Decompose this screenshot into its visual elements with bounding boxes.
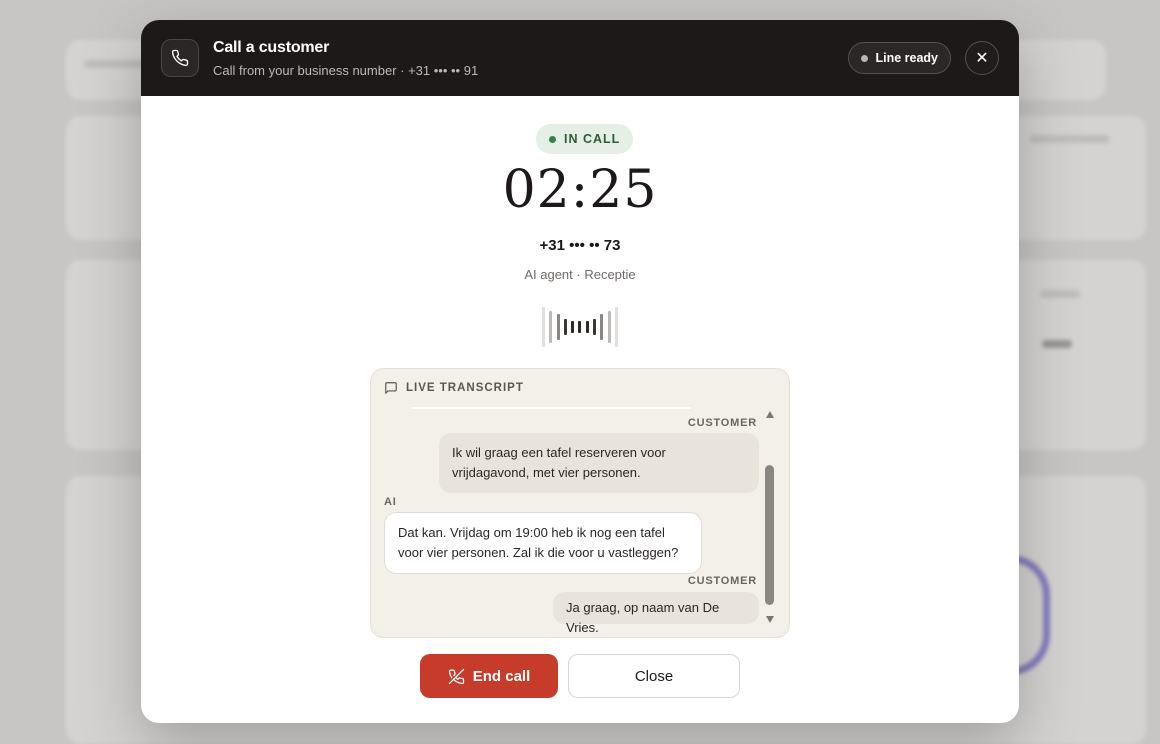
phone-icon: [161, 39, 199, 77]
dialog-subtitle: Call from your business number · +31 •••…: [213, 62, 479, 78]
scroll-up-arrow-icon[interactable]: [766, 411, 774, 418]
scroll-down-arrow-icon[interactable]: [766, 616, 774, 623]
agent-label: AI agent · Receptie: [524, 267, 636, 282]
customer-message: Ik wil graag een tafel reserveren voor v…: [439, 433, 759, 493]
call-dialog: Call a customer Call from your business …: [141, 20, 1019, 723]
wave-bar: [563, 319, 567, 335]
wave-bar: [549, 311, 553, 343]
line-status-badge: Line ready: [848, 42, 951, 74]
wave-bar: [556, 314, 560, 340]
callee-number: +31 ••• •• 73: [539, 237, 621, 254]
call-status-badge: IN CALL: [536, 124, 634, 154]
wave-bar: [542, 307, 545, 347]
wave-bar: [607, 311, 611, 343]
wave-bar: [585, 321, 589, 333]
previous-message-edge: [411, 407, 691, 409]
end-call-button[interactable]: End call: [420, 654, 558, 698]
end-call-label: End call: [472, 667, 531, 685]
dialog-body: IN CALL 02:25 +31 ••• •• 73 AI agent · R…: [141, 96, 1019, 723]
wave-bar: [614, 307, 618, 347]
message-role-label: CUSTOMER: [687, 417, 757, 429]
wave-bar: [593, 319, 597, 335]
chat-bubble-icon: [385, 382, 397, 394]
status-dot: [861, 54, 869, 62]
message-role-label: CUSTOMER: [687, 575, 757, 587]
line-status-label: Line ready: [875, 51, 938, 65]
scrollbar-thumb[interactable]: [765, 465, 774, 605]
call-timer: 02:25: [502, 160, 658, 220]
close-button[interactable]: Close: [568, 654, 740, 698]
audio-waveform-icon: [542, 307, 618, 347]
transcript-header: LIVE TRANSCRIPT: [371, 369, 789, 407]
message-role-label: AI: [384, 496, 397, 508]
phone-off-icon: [448, 668, 464, 684]
wave-bar: [571, 321, 575, 333]
live-transcript-panel: LIVE TRANSCRIPT CUSTOMER Ik wil graag ee…: [370, 368, 790, 638]
call-status-label: IN CALL: [564, 132, 621, 146]
ai-message: Dat kan. Vrijdag om 19:00 heb ik nog een…: [384, 512, 702, 574]
close-icon[interactable]: ✕: [965, 41, 999, 75]
wave-bar: [578, 321, 582, 333]
wave-bar: [600, 314, 604, 340]
status-dot: [549, 135, 556, 143]
dialog-header: Call a customer Call from your business …: [141, 20, 1019, 96]
dialog-title: Call a customer: [213, 38, 330, 56]
customer-message: Ja graag, op naam van De Vries.: [553, 592, 759, 635]
transcript-heading: LIVE TRANSCRIPT: [406, 382, 524, 394]
transcript-scroll-area[interactable]: CUSTOMER Ik wil graag een tafel reserver…: [371, 407, 789, 637]
transcript-scrollbar[interactable]: [763, 407, 777, 625]
